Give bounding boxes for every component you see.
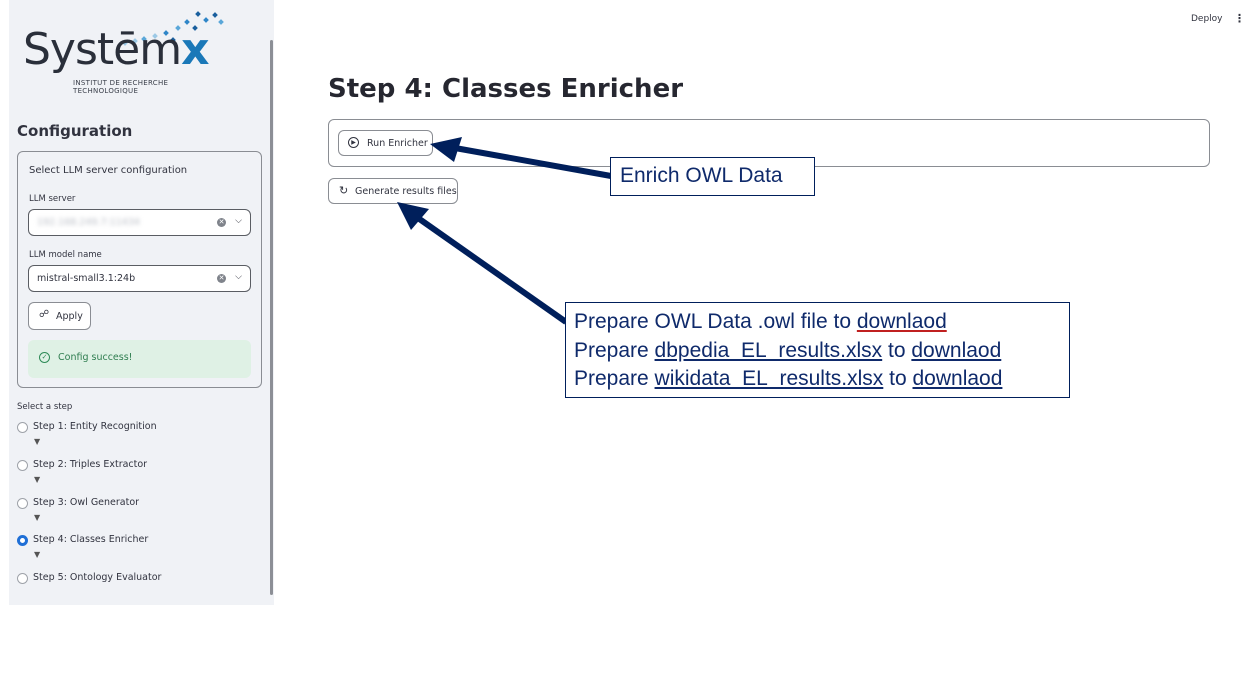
page-title: Step 4: Classes Enricher (328, 74, 684, 104)
systemx-logo: Systēmx INSTITUT DE RECHERCHE TECHNOLOGI… (23, 8, 233, 103)
llm-model-label: LLM model name (29, 250, 102, 260)
arrow-to-generate-results (416, 215, 568, 325)
config-success-alert: ✓ Config success! (28, 340, 251, 378)
run-enricher-button[interactable]: ▶ Run Enricher (338, 130, 433, 156)
arrowhead-generate-results (397, 202, 429, 230)
down-arrow-icon: ▼ (34, 437, 41, 446)
config-panel: Select LLM server configuration LLM serv… (17, 151, 262, 388)
clear-icon[interactable]: ✕ (217, 218, 226, 227)
user-check-icon: ☍ (39, 309, 50, 320)
deploy-button[interactable]: Deploy (1191, 14, 1223, 24)
down-arrow-icon: ▼ (34, 513, 41, 522)
annotation-line-1: Prepare OWL Data .owl file to downlaod (574, 310, 947, 333)
sidebar-scrollbar[interactable] (270, 40, 273, 595)
config-subtitle: Select LLM server configuration (29, 165, 188, 176)
check-circle-icon: ✓ (39, 352, 50, 363)
radio-icon[interactable] (17, 498, 28, 509)
annotation-prepare-files: Prepare OWL Data .owl file to downlaod P… (565, 302, 1070, 398)
annotation-enrich-owl: Enrich OWL Data (610, 157, 815, 196)
down-arrow-icon: ▼ (34, 550, 41, 559)
clear-icon[interactable]: ✕ (217, 274, 226, 283)
annotation-line-2: Prepare dbpedia_EL_results.xlsx to downl… (574, 338, 1002, 362)
llm-server-label: LLM server (29, 194, 76, 204)
radio-icon[interactable] (17, 422, 28, 433)
apply-button[interactable]: ☍ Apply (28, 302, 91, 330)
logo-subtitle: INSTITUT DE RECHERCHE TECHNOLOGIQUE (73, 79, 169, 95)
llm-server-select[interactable]: 192.168.249.7:11434 ✕ ⌵ (28, 209, 251, 236)
llm-model-select[interactable]: mistral-small3.1:24b ✕ ⌵ (28, 265, 251, 292)
radio-selected-icon[interactable] (17, 535, 28, 546)
step-select-label: Select a step (17, 402, 73, 412)
annotation-line-3: Prepare wikidata_EL_results.xlsx to down… (574, 367, 1003, 390)
chevron-down-icon[interactable]: ⌵ (235, 272, 242, 282)
radio-icon[interactable] (17, 460, 28, 471)
kebab-menu-icon[interactable]: ⋮ (1234, 12, 1245, 25)
llm-model-value: mistral-small3.1:24b (37, 273, 136, 284)
radio-icon[interactable] (17, 573, 28, 584)
llm-server-value: 192.168.249.7:11434 (37, 217, 140, 228)
chevron-down-icon[interactable]: ⌵ (235, 216, 242, 226)
generate-results-button[interactable]: ↻ Generate results files (328, 178, 458, 204)
sidebar: Systēmx INSTITUT DE RECHERCHE TECHNOLOGI… (9, 0, 274, 605)
logo-wordmark: Systēmx (23, 24, 209, 75)
configuration-title: Configuration (17, 122, 133, 140)
refresh-icon: ↻ (339, 184, 349, 197)
down-arrow-icon: ▼ (34, 475, 41, 484)
play-icon: ▶ (348, 137, 359, 148)
